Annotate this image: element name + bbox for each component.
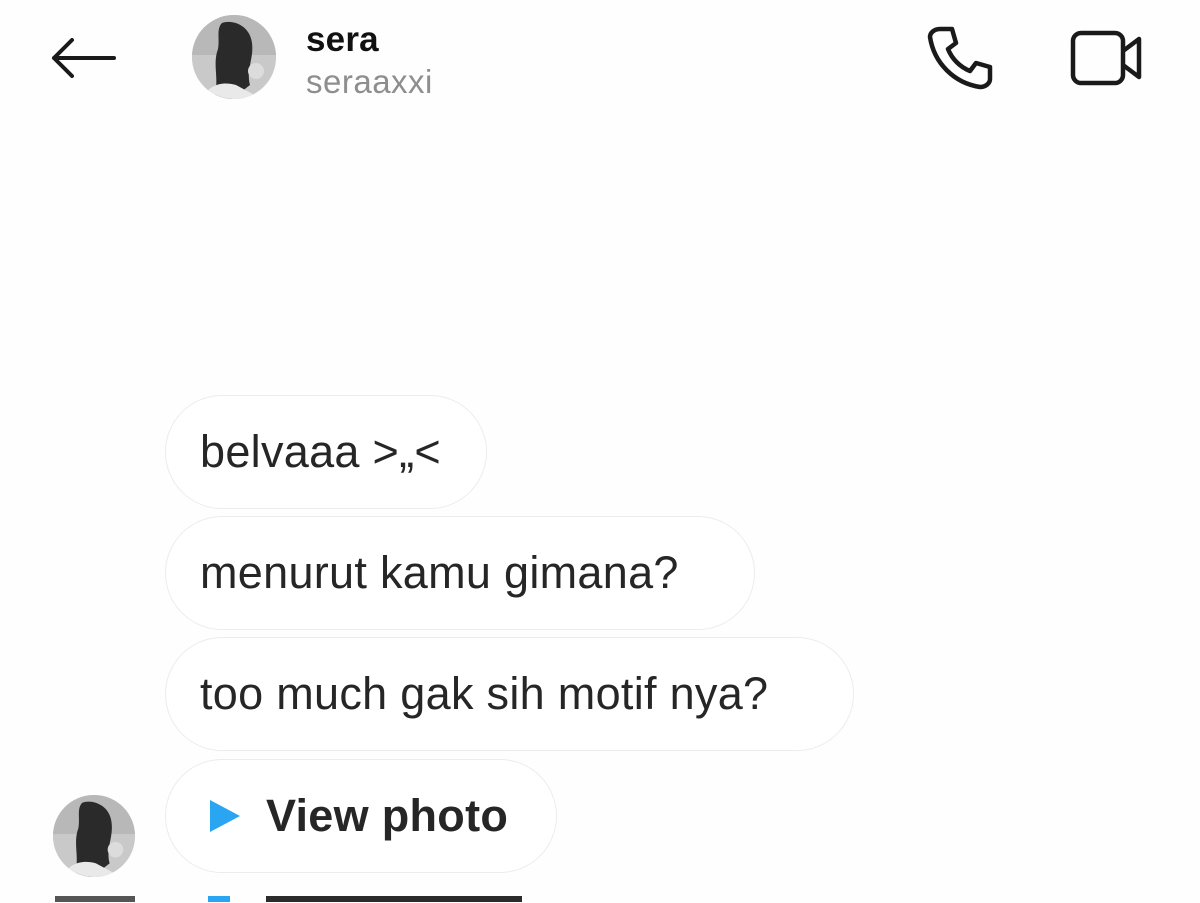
sender-avatar[interactable] [53, 795, 135, 877]
contact-username: seraaxxi [306, 63, 433, 100]
message-text: too much gak sih motif nya? [200, 668, 769, 719]
message-text: belvaaa >„< [200, 426, 441, 477]
arrow-left-icon [52, 38, 116, 78]
video-call-button[interactable] [1062, 22, 1152, 94]
avatar[interactable] [192, 15, 276, 99]
audio-call-button[interactable] [920, 22, 1000, 94]
contact-info[interactable]: sera seraaxxi [306, 18, 433, 102]
message-bubble[interactable]: menurut kamu gimana? [165, 516, 755, 630]
back-button[interactable] [44, 28, 120, 88]
message-text: menurut kamu gimana? [200, 547, 679, 598]
video-camera-icon [1070, 30, 1142, 86]
phone-icon [927, 26, 993, 90]
view-photo-label: View photo [266, 790, 509, 841]
contact-display-name: sera [306, 20, 379, 59]
play-icon [210, 800, 240, 832]
view-photo-button[interactable]: View photo [165, 759, 557, 873]
next-message-partial [0, 893, 1200, 903]
message-bubble[interactable]: too much gak sih motif nya? [165, 637, 854, 751]
message-bubble[interactable]: belvaaa >„< [165, 395, 487, 509]
chat-screen: sera seraaxxi belvaaa >„< menurut kamu g… [0, 0, 1200, 903]
